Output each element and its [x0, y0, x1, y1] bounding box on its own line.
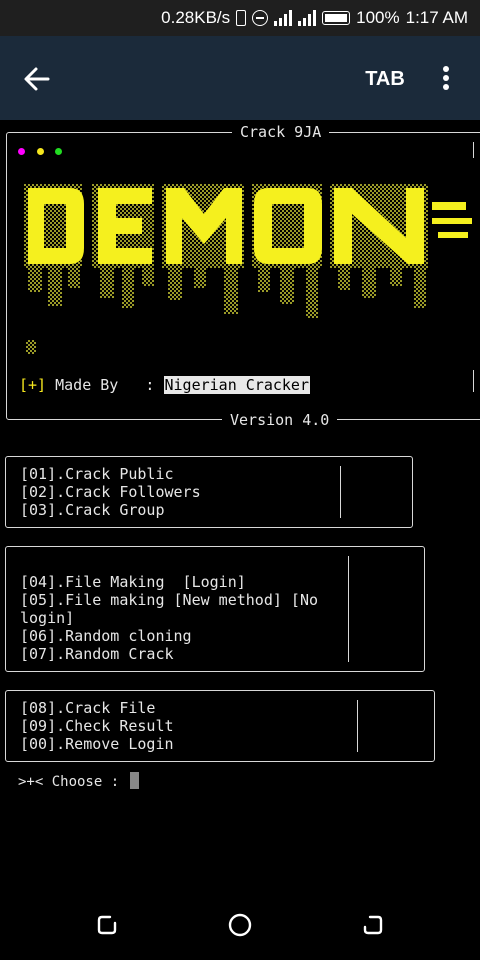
status-icons: 0.28KB/s 100% 1:17 AM [161, 8, 468, 28]
more-vert-icon-dot [443, 75, 449, 81]
menu-item-07[interactable]: [07].Random Crack [20, 645, 174, 663]
text-cursor [129, 772, 139, 789]
author-name: Nigerian Cracker [163, 376, 310, 394]
demon-ascii-art [24, 184, 472, 354]
choose-prompt[interactable]: >+< Choose : [18, 772, 139, 791]
banner-edge [473, 370, 474, 392]
status-bar: 0.28KB/s 100% 1:17 AM [0, 0, 480, 36]
menu-item-03[interactable]: [03].Crack Group [20, 501, 165, 519]
menu-group-divider [340, 466, 341, 518]
menu-item-08[interactable]: [08].Crack File [20, 699, 155, 717]
menu-group-divider [357, 700, 358, 752]
vibrate-icon [236, 10, 247, 26]
menu-item-00[interactable]: [00].Remove Login [20, 735, 174, 753]
banner-title: Crack 9JA [232, 123, 330, 141]
made-by-line: [+] Made By : Nigerian Cracker [19, 376, 310, 394]
plus-marker: [+] [19, 376, 47, 394]
more-vert-icon-dot [443, 84, 449, 90]
back-nav-icon [363, 915, 383, 935]
prompt-label: >+< Choose : [18, 774, 128, 790]
back-nav-button[interactable] [360, 912, 386, 938]
banner-edge [473, 142, 474, 158]
window-dot-magenta [18, 148, 25, 155]
menu-item-09[interactable]: [09].Check Result [20, 717, 174, 735]
navigation-bar [0, 890, 480, 960]
recents-icon [97, 915, 117, 935]
window-dot-green [55, 148, 62, 155]
menu-group-divider [348, 556, 349, 662]
battery-icon [322, 11, 351, 25]
menu-item-06[interactable]: [06].Random cloning [20, 627, 192, 645]
overflow-menu-button[interactable] [434, 60, 458, 96]
recent-apps-button[interactable] [94, 912, 120, 938]
home-circle-icon [228, 913, 252, 937]
signal-2-icon [298, 10, 317, 26]
back-button[interactable] [20, 62, 54, 96]
window-dot-yellow [37, 148, 44, 155]
made-by-label: Made By : [46, 376, 164, 394]
version-label: Version 4.0 [222, 411, 338, 429]
menu-item-05-cont[interactable]: login] [20, 609, 74, 627]
signal-icon [274, 10, 293, 26]
clock: 1:17 AM [405, 8, 468, 27]
do-not-disturb-icon [252, 10, 269, 26]
battery-percent: 100% [356, 8, 400, 27]
arrow-left-icon [24, 67, 50, 91]
home-button[interactable] [227, 912, 253, 938]
more-vert-icon [443, 66, 449, 72]
menu-item-01[interactable]: [01].Crack Public [20, 465, 174, 483]
menu-item-05[interactable]: [05].File making [New method] [No [20, 591, 318, 609]
tab-button[interactable]: TAB [352, 64, 418, 94]
app-bar: TAB [0, 36, 480, 120]
terminal[interactable]: Crack 9JA [+] Made By: Nigerian Cracker… [0, 120, 480, 890]
menu-item-04[interactable]: [04].File Making [Login] [20, 573, 246, 591]
menu-item-02[interactable]: [02].Crack Followers [20, 483, 201, 501]
network-speed: 0.28KB/s [161, 8, 231, 27]
